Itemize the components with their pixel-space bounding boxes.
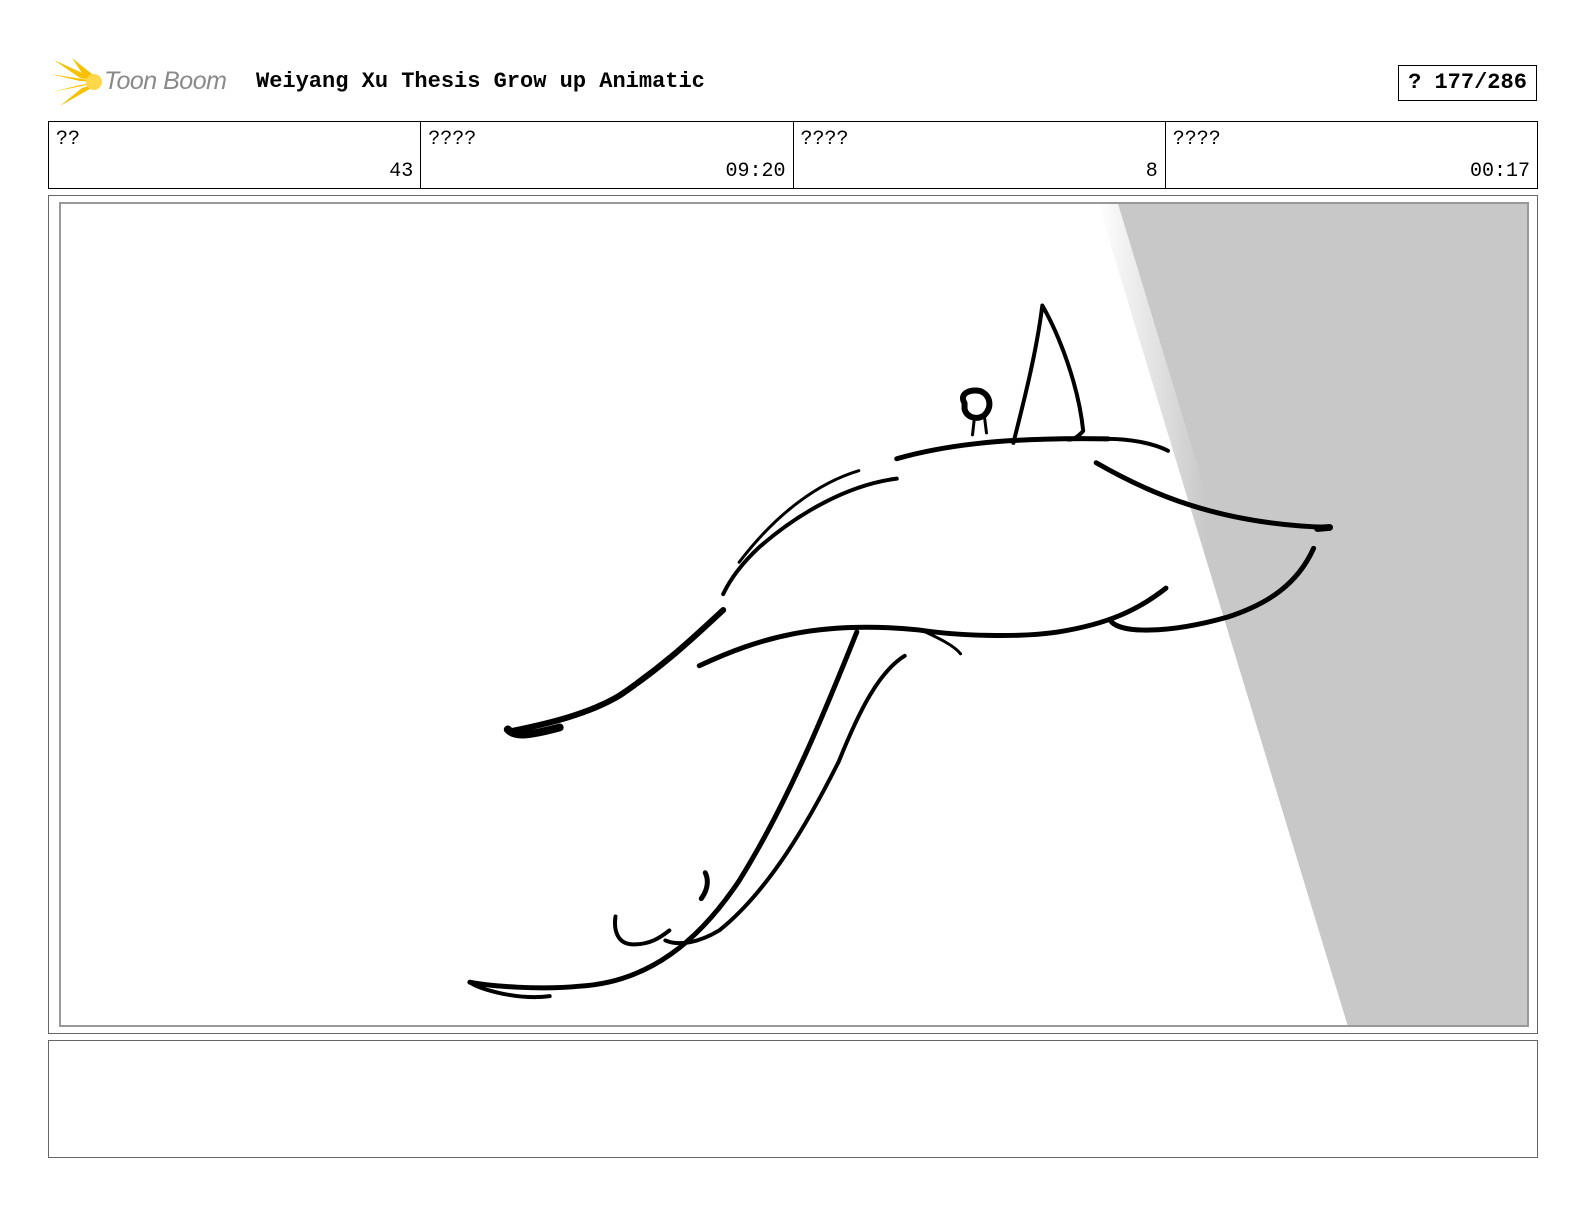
storyboard-panel-image [59,202,1529,1027]
ray-wing-tip-right [1314,523,1334,532]
ray-head-left [721,476,899,597]
info-value: 8 [1145,160,1158,183]
info-value: 09:20 [725,160,786,183]
scene-info-row: ?? 43 ???? 09:20 ???? 8 ???? 00:17 [48,121,1538,189]
info-cell-timecode: ???? 09:20 [421,122,794,188]
ray-wing-left [506,607,727,735]
info-value: 43 [389,160,414,183]
ray-belly [696,585,1169,669]
ray-back-right [1106,436,1170,453]
info-cell-duration: ???? 00:17 [1166,122,1537,188]
manta-ray-sketch-icon [467,204,1527,1025]
toon-boom-logo: Toon Boom [50,54,240,110]
ray-fin [1011,303,1086,445]
info-label: ???? [800,128,849,151]
info-label: ???? [1172,128,1221,151]
info-cell-scene: ?? 43 [49,122,422,188]
toon-boom-logo-icon [50,58,102,106]
logo-text: Toon Boom [104,67,227,95]
info-cell-panel: ???? 8 [794,122,1166,188]
ray-tail-notch [698,870,710,902]
rider-figure [960,387,993,421]
panel-notes-box [48,1040,1538,1158]
ray-back-top [894,436,1111,462]
page-counter: ? 177/286 [1398,65,1537,101]
info-label: ???? [428,128,477,151]
document-title: Weiyang Xu Thesis Grow up Animatic [256,69,705,94]
info-value: 00:17 [1469,160,1530,183]
ray-tail-hook [613,914,672,947]
info-label: ?? [56,128,81,151]
